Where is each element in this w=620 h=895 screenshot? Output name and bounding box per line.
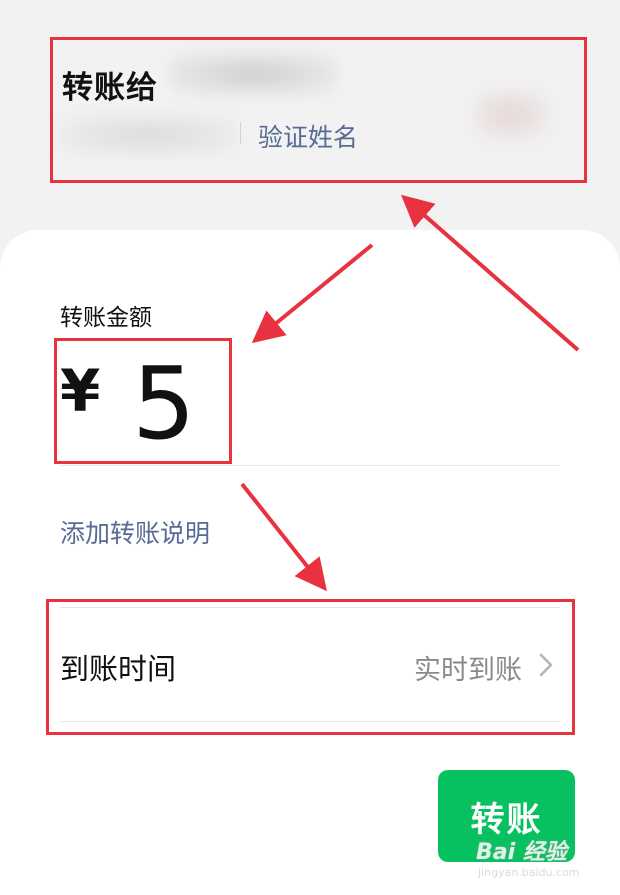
annotation-box-arrival	[46, 599, 575, 735]
watermark-sub: jingyan.baidu.com	[478, 866, 580, 879]
amount-label: 转账金额	[60, 305, 152, 331]
watermark-main: Bai 经验	[476, 840, 567, 865]
annotation-box-recipient	[50, 37, 587, 183]
baidu-jingyan-watermark: Bai 经验 jingyan.baidu.com	[476, 828, 616, 888]
add-note-link[interactable]: 添加转账说明	[60, 514, 210, 550]
annotation-box-amount	[54, 338, 232, 464]
amount-divider	[60, 465, 560, 466]
